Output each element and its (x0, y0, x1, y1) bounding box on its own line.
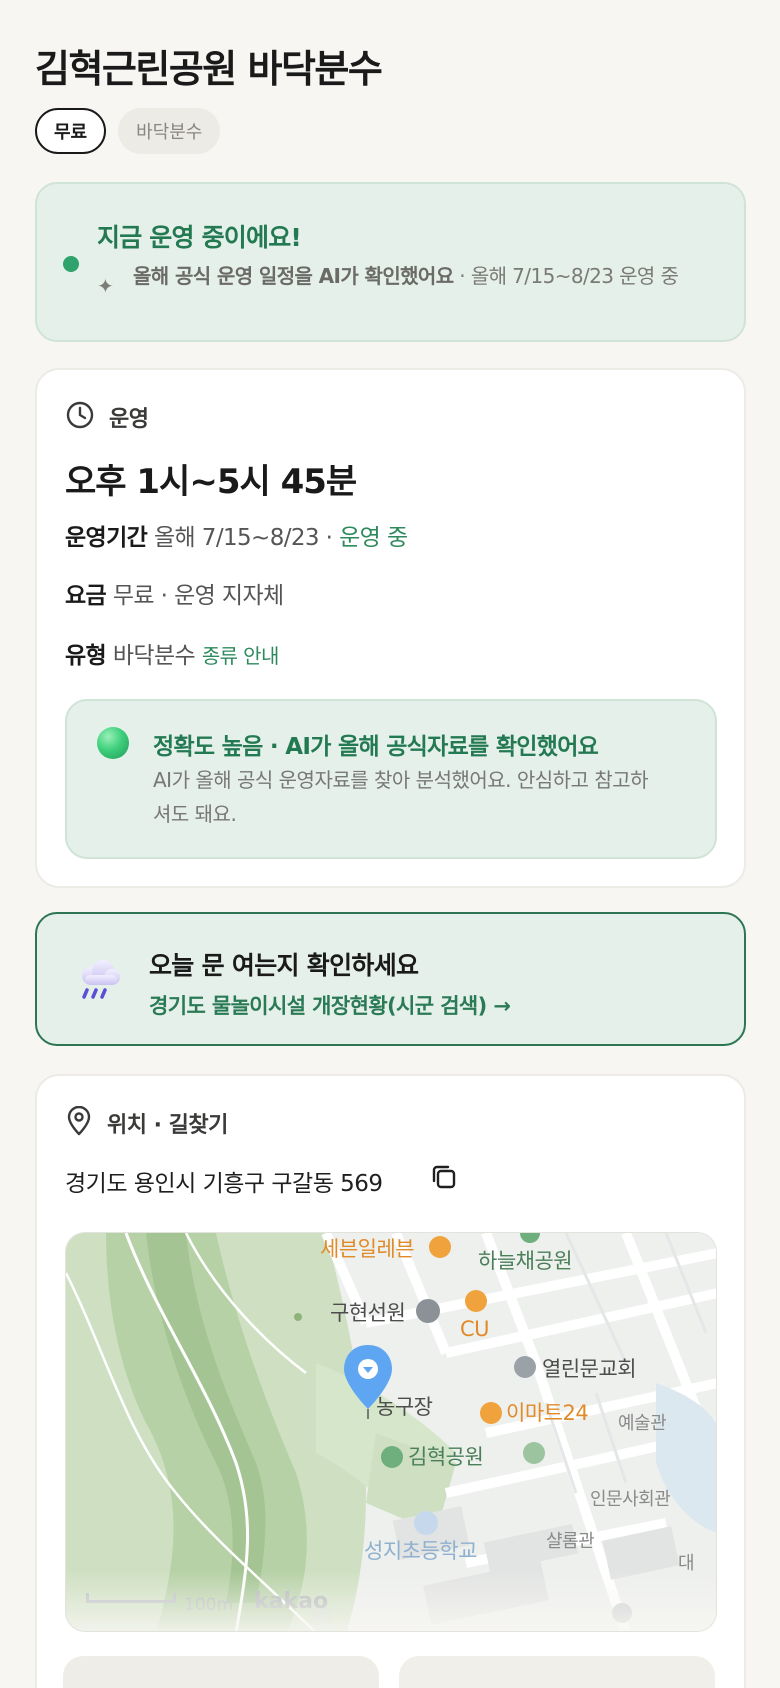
operation-card: 운영 오후 1시~5시 45분 운영기간 올해 7/15~8/23 · 운영 중… (35, 368, 746, 888)
period-status: 운영 중 (339, 525, 408, 551)
map-label-emart24: 이마트24 (506, 1401, 589, 1425)
address-text: 경기도 용인시 기흥구 구갈동 569 (65, 1171, 383, 1197)
map-label-shalom-hall: 샬롬관 (546, 1531, 595, 1552)
type-guide-link[interactable]: 종류 안내 (202, 644, 280, 668)
map-label-basketball-court: 농구장 (376, 1395, 433, 1419)
period-key: 운영기간 (65, 525, 148, 551)
fee-value: 무료 · 운영 지자체 (112, 583, 284, 609)
fee-key: 요금 (65, 583, 107, 609)
accuracy-description: AI가 올해 공식 운영자료를 찾아 분석했어요. 안심하고 참고하셔도 돼요. (153, 768, 649, 826)
fee-row: 요금 무료 · 운영 지자체 (65, 576, 284, 610)
map-label-art-hall: 예술관 (618, 1413, 667, 1434)
bottom-button-right[interactable] (399, 1656, 715, 1688)
accuracy-orb-icon (97, 727, 129, 759)
status-description: 올해 공식 운영 일정을 AI가 확인했어요 · 올해 7/15~8/23 운영… (133, 262, 713, 290)
clock-icon (65, 400, 95, 434)
accuracy-title: 정확도 높음 · AI가 올해 공식자료를 확인했어요 (153, 734, 599, 760)
page-title: 김혁근린공원 바닥분수 (35, 47, 383, 91)
chip-free[interactable]: 무료 (35, 108, 107, 154)
notice-link[interactable]: 경기도 물놀이시설 개장현황(시군 검색) → (149, 990, 511, 1020)
period-value: 올해 7/15~8/23 · (153, 525, 340, 551)
type-key: 유형 (65, 643, 107, 669)
tag-list: 무료 바닥분수 (35, 108, 221, 154)
map-label-haneulchae-park: 하늘채공원 (478, 1249, 573, 1273)
open-check-notice[interactable]: 오늘 문 여는지 확인하세요 경기도 물놀이시설 개장현황(시군 검색) → (35, 912, 746, 1046)
status-dot (63, 256, 79, 272)
accuracy-box: 정확도 높음 · AI가 올해 공식자료를 확인했어요 AI가 올해 공식 운영… (65, 699, 717, 859)
status-sub-bold: 올해 공식 운영 일정을 AI가 확인했어요 (133, 264, 454, 288)
map-view[interactable]: 세븐일레븐 하늘채공원 구현선원 CU 열린문교회 농구장 이마트24 예술관 … (65, 1232, 717, 1632)
location-card: 위치 · 길찾기 경기도 용인시 기흥구 구갈동 569 세븐일레븐 하늘채공원… (35, 1074, 746, 1688)
map-label-dae: 대 (678, 1553, 695, 1574)
operating-hours: 오후 1시~5시 45분 (65, 462, 357, 502)
map-label-cu: CU (460, 1317, 490, 1341)
location-pin-icon (65, 1105, 93, 1140)
operation-label: 운영 (109, 407, 149, 432)
chip-type[interactable]: 바닥분수 (118, 108, 221, 154)
map-label-gimhyeok-park: 김혁공원 (408, 1445, 484, 1469)
map-label-seven-eleven: 세븐일레븐 (320, 1237, 415, 1261)
map-provider-logo: kakao (254, 1589, 329, 1614)
type-row: 유형 바닥분수 종류 안내 (65, 636, 279, 670)
status-title: 지금 운영 중이에요! (97, 223, 302, 252)
map-label-guhyeon: 구현선원 (330, 1301, 406, 1325)
map-label-seongji-school: 성지초등학교 (364, 1539, 477, 1563)
location-label: 위치 · 길찾기 (107, 1113, 228, 1138)
status-card: 지금 운영 중이에요! ✦ 올해 공식 운영 일정을 AI가 확인했어요 · 올… (35, 182, 746, 342)
map-scale-bar (86, 1593, 176, 1603)
bottom-button-left[interactable] (63, 1656, 379, 1688)
status-sub-rest: · 올해 7/15~8/23 운영 중 (453, 264, 679, 288)
map-label-yeollimmun-church: 열린문교회 (542, 1357, 637, 1381)
copy-icon[interactable] (429, 1162, 459, 1196)
period-row: 운영기간 올해 7/15~8/23 · 운영 중 (65, 518, 408, 552)
operation-header: 운영 (65, 400, 149, 434)
rain-cloud-icon (75, 958, 123, 1004)
type-value: 바닥분수 (112, 643, 196, 669)
notice-title: 오늘 문 여는지 확인하세요 (149, 951, 419, 980)
map-scale-text: 100m (184, 1595, 234, 1615)
sparkle-icon: ✦ (97, 274, 114, 298)
map-label-humanities-hall: 인문사회관 (590, 1489, 671, 1510)
location-header: 위치 · 길찾기 (65, 1105, 228, 1140)
